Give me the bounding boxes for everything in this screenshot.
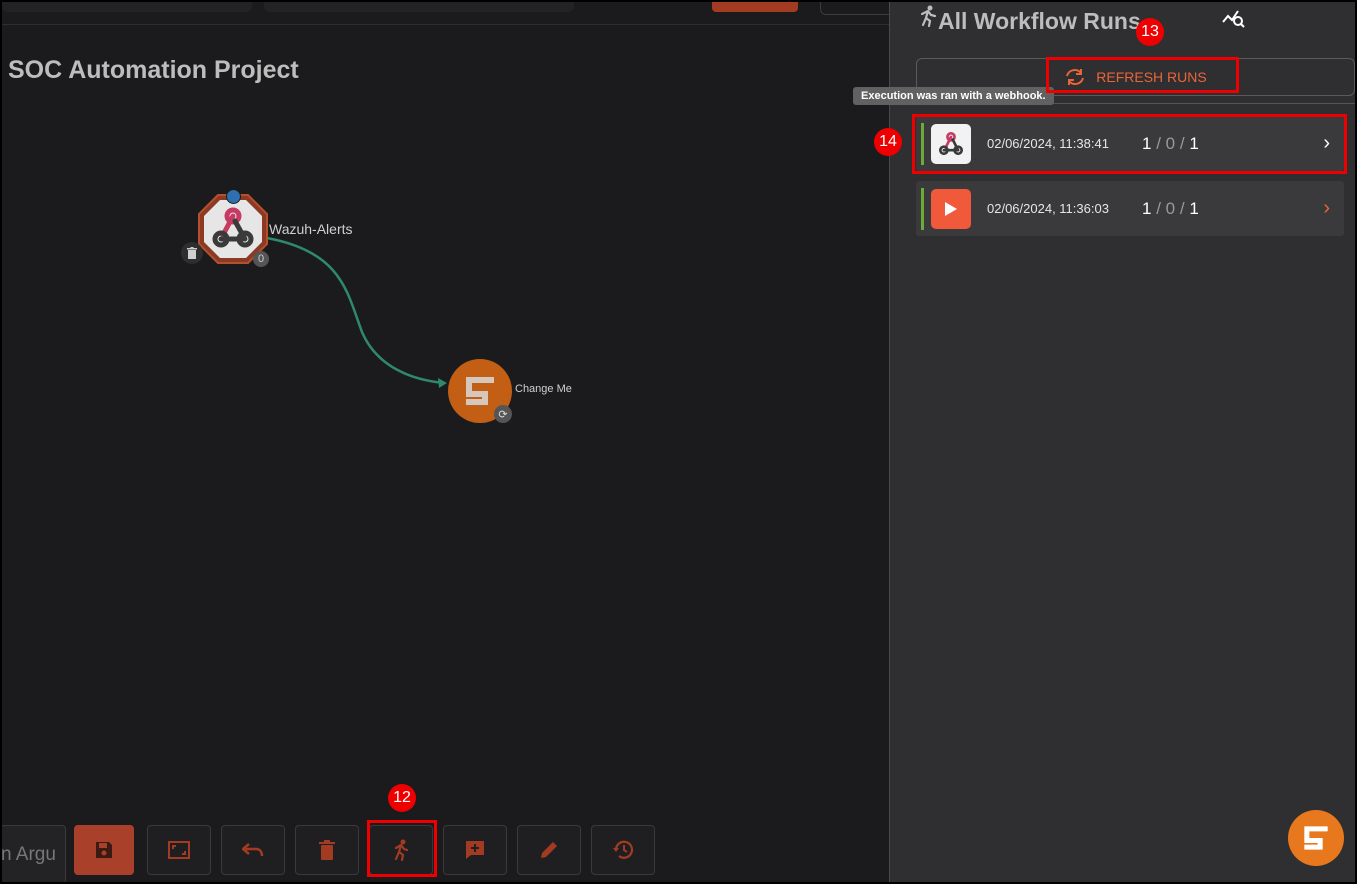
node-count-badge: 0 (253, 251, 269, 267)
support-fab-button[interactable] (1288, 810, 1344, 866)
execution-argument-input[interactable]: n Argu (2, 825, 66, 882)
add-comment-button[interactable] (443, 825, 507, 875)
run-counts: 1 / 0 / 1 (1142, 198, 1199, 218)
fit-screen-button[interactable] (147, 825, 211, 875)
annotation-box-run (367, 820, 437, 877)
delete-icon (319, 840, 335, 860)
annotation-badge-14: 14 (874, 128, 902, 156)
history-button[interactable] (591, 825, 655, 875)
run-timestamp: 02/06/2024, 11:36:03 (987, 201, 1109, 216)
delete-button[interactable] (295, 825, 359, 875)
play-icon (945, 201, 957, 216)
run-row[interactable]: 02/06/2024, 11:36:03 1 / 0 / 1 › (916, 181, 1344, 236)
annotation-badge-12: 12 (388, 784, 416, 812)
save-button[interactable] (74, 825, 134, 875)
shuffle-logo-icon (466, 377, 494, 405)
fit-screen-icon (168, 841, 190, 859)
annotation-box-refresh (1046, 57, 1239, 93)
webhook-tooltip: Execution was ran with a webhook. (853, 87, 1054, 105)
node-refresh-icon[interactable]: ⟳ (494, 405, 512, 423)
workflow-canvas[interactable]: SOC Automation Project 0 Wazuh-Alerts ⟳ … (2, 2, 889, 882)
run-status-bar (921, 187, 924, 230)
panel-title: All Workflow Runs (938, 8, 1141, 34)
undo-icon (242, 843, 264, 857)
edit-button[interactable] (517, 825, 581, 875)
edit-icon (541, 842, 557, 858)
shuffle-logo-icon (1304, 826, 1328, 850)
node-connector-dot[interactable] (226, 189, 241, 204)
chevron-right-icon[interactable]: › (1323, 197, 1330, 220)
annotation-badge-13: 13 (1136, 18, 1164, 46)
add-comment-icon (466, 841, 484, 859)
node-delete-icon[interactable] (181, 242, 203, 264)
annotation-box-run (912, 114, 1347, 174)
history-icon (613, 840, 634, 859)
save-icon (96, 842, 112, 858)
run-source (931, 188, 971, 229)
runner-icon (920, 5, 937, 28)
workflow-edge (266, 236, 447, 388)
node-label-change-me: Change Me (515, 383, 572, 395)
undo-button[interactable] (221, 825, 285, 875)
node-label-wazuh-alerts: Wazuh-Alerts (269, 221, 353, 237)
analytics-search-icon[interactable] (1222, 8, 1246, 28)
